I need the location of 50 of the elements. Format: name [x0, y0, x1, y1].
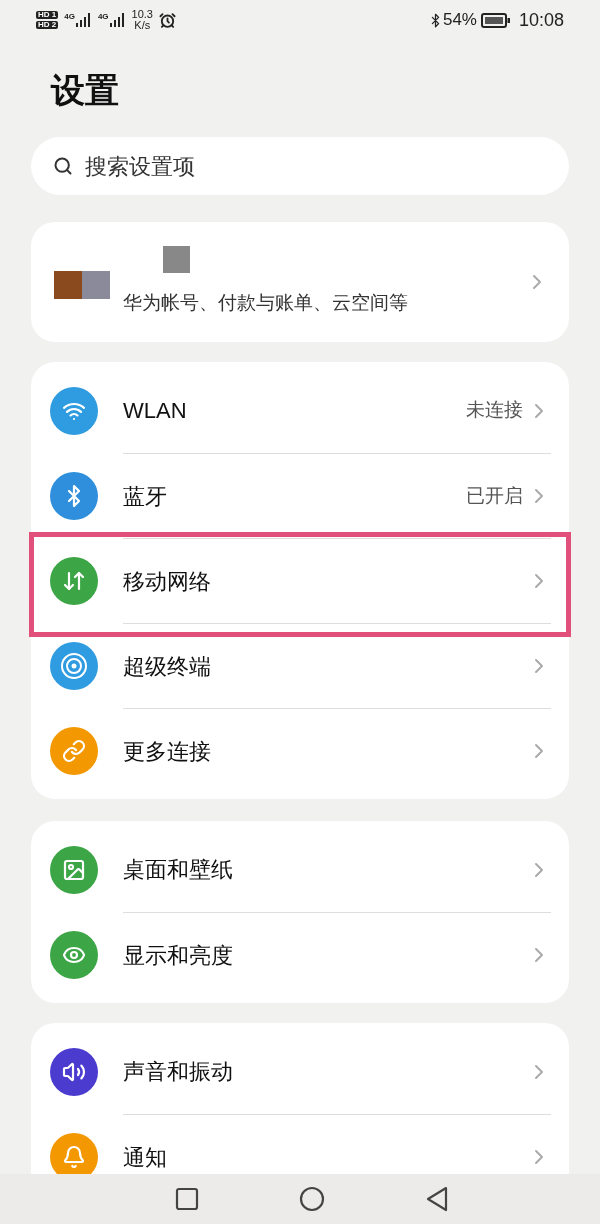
battery-icon: [480, 12, 511, 28]
speaker-icon: [50, 1047, 98, 1096]
row-label: 显示和亮度: [123, 941, 234, 970]
row-label: WLAN: [123, 397, 188, 425]
wifi-icon: [50, 386, 98, 435]
row-label: 声音和振动: [123, 1058, 234, 1086]
page-title: 设置: [49, 70, 120, 111]
settings-row[interactable]: 超级终端: [31, 623, 569, 708]
speed-value: 10.3: [131, 9, 153, 20]
settings-row[interactable]: 更多连接: [31, 708, 569, 793]
bluetooth-icon: [50, 471, 98, 520]
settings-row[interactable]: 桌面和壁纸: [31, 827, 569, 912]
image-icon: [50, 845, 98, 894]
signal-icon: [75, 13, 92, 27]
settings-row[interactable]: 移动网络: [31, 538, 569, 623]
back-icon[interactable]: [425, 1186, 449, 1212]
row-status: 已开启: [466, 483, 523, 508]
row-label: 桌面和壁纸: [123, 856, 234, 884]
clock-time: 10:08: [518, 8, 564, 32]
account-subtitle: 华为帐号、付款与账单、云空间等: [123, 291, 409, 316]
arrows-icon: [50, 556, 98, 605]
battery-percent: 54%: [442, 9, 477, 32]
row-label: 更多连接: [123, 737, 212, 766]
avatar-icon: [54, 271, 110, 299]
network-label: 4G: [97, 13, 109, 21]
link-icon: [50, 726, 98, 775]
row-label: 移动网络: [123, 567, 212, 596]
search-field[interactable]: 搜索设置项: [31, 137, 569, 195]
speed-unit: K/s: [134, 20, 151, 31]
settings-row[interactable]: 蓝牙 已开启: [31, 453, 569, 538]
row-label: 通知: [123, 1143, 168, 1172]
sim-label: HD 1: [36, 11, 59, 19]
search-input[interactable]: 搜索设置项: [85, 149, 569, 183]
sim-label: HD 2: [36, 21, 59, 29]
network-label: 4G: [64, 13, 75, 21]
row-label: 蓝牙: [123, 482, 168, 511]
account-card[interactable]: 华为帐号、付款与账单、云空间等: [31, 222, 569, 342]
search-icon: [53, 156, 73, 176]
redacted-name: [163, 246, 190, 274]
signal-icon: [109, 13, 126, 27]
recent-apps-icon[interactable]: [175, 1187, 199, 1211]
alarm-icon: [159, 11, 176, 29]
home-icon[interactable]: [299, 1186, 325, 1212]
rings-icon: [50, 641, 98, 690]
row-label: 超级终端: [123, 652, 212, 681]
settings-row[interactable]: WLAN 未连接: [31, 368, 569, 453]
settings-row[interactable]: 声音和振动: [31, 1029, 569, 1114]
settings-row[interactable]: 显示和亮度: [31, 912, 569, 997]
eye-icon: [50, 930, 98, 979]
row-status: 未连接: [466, 398, 523, 423]
